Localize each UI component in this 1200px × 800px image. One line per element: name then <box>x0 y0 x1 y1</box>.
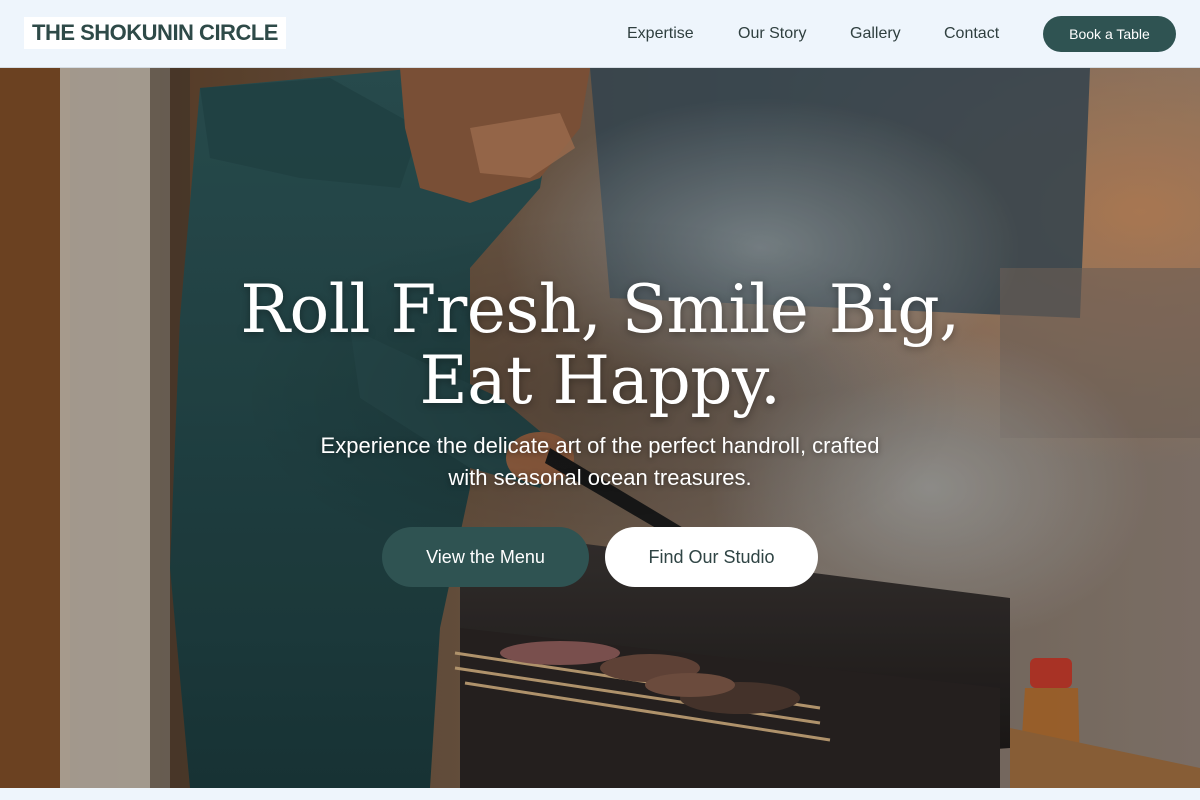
find-studio-button[interactable]: Find Our Studio <box>605 527 818 587</box>
hero-subtitle: Experience the delicate art of the perfe… <box>250 430 950 494</box>
site-header: THE SHOKUNIN CIRCLE Expertise Our Story … <box>0 0 1200 68</box>
nav-link-our-story[interactable]: Our Story <box>738 22 806 46</box>
hero-overlay <box>0 68 1200 788</box>
page-bottom-edge <box>0 788 1200 800</box>
hero-subtitle-line1: Experience the delicate art of the perfe… <box>320 433 880 458</box>
nav-link-gallery[interactable]: Gallery <box>850 22 901 46</box>
nav-link-expertise[interactable]: Expertise <box>627 22 694 46</box>
book-table-button[interactable]: Book a Table <box>1043 16 1176 52</box>
main-nav: Expertise Our Story Gallery Contact <box>0 0 1200 68</box>
view-menu-button[interactable]: View the Menu <box>382 527 589 587</box>
hero-headline-line1: Roll Fresh, Smile Big, <box>240 271 960 348</box>
hero-headline: Roll Fresh, Smile Big, Eat Happy. <box>100 274 1100 416</box>
nav-link-contact[interactable]: Contact <box>944 22 999 46</box>
hero-subtitle-line2: with seasonal ocean treasures. <box>448 465 752 490</box>
hero-section: Roll Fresh, Smile Big, Eat Happy. Experi… <box>0 68 1200 788</box>
hero-headline-line2: Eat Happy. <box>419 342 781 419</box>
